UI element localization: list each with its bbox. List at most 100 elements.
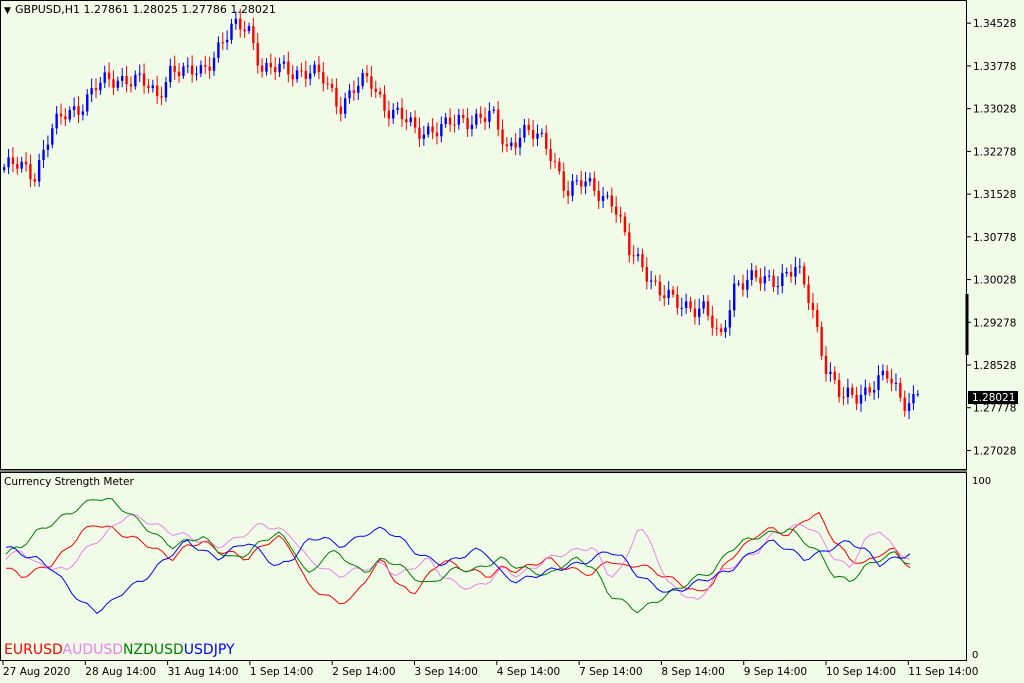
candle-body <box>352 90 356 93</box>
candle-body <box>278 63 281 73</box>
candle-body <box>837 379 841 398</box>
candle-body <box>413 117 417 128</box>
candle-body <box>64 116 67 120</box>
candle-body <box>2 167 6 171</box>
candle-body <box>204 65 207 67</box>
candle-body <box>614 206 618 215</box>
candle-body <box>711 315 714 328</box>
candle-body <box>374 88 377 92</box>
indicator-legend: EURUSDAUDUSDNZDUSDUSDJPY <box>4 642 235 658</box>
candle-body <box>195 73 198 75</box>
candle-body <box>378 91 382 95</box>
candle-body <box>846 387 850 398</box>
price-tick-label: 1.30778 <box>973 232 1016 244</box>
candle-body <box>287 61 290 75</box>
candle-body <box>684 301 688 308</box>
candle-body <box>348 90 351 99</box>
candle-body <box>746 279 749 290</box>
price-tick-label: 1.27778 <box>973 403 1016 415</box>
candle-body <box>890 378 893 384</box>
legend-nzdusd: NZDUSD <box>123 642 184 658</box>
candle-body <box>794 267 797 277</box>
candle-body <box>715 327 718 329</box>
price-tick-label: 1.31528 <box>973 189 1016 201</box>
candle-body <box>540 132 544 134</box>
candle-body <box>649 280 653 282</box>
price-tick-label: 1.32278 <box>973 146 1016 158</box>
candle-body <box>728 310 732 328</box>
candle-body <box>527 124 530 131</box>
candle-body <box>733 283 736 311</box>
candle-body <box>256 43 259 66</box>
candle-body <box>252 26 255 44</box>
candle-body <box>291 74 294 80</box>
candle-body <box>610 195 614 207</box>
dropdown-arrow-icon[interactable]: ▼ <box>4 6 11 16</box>
candle-body <box>116 80 120 88</box>
candle-body <box>510 142 513 147</box>
candle-body <box>855 394 858 404</box>
candle-body <box>173 65 176 72</box>
candle-body <box>274 67 277 73</box>
candle-body <box>357 85 360 93</box>
candle-body <box>593 178 596 191</box>
candle-body <box>129 84 133 87</box>
candle-body <box>59 113 63 117</box>
candle-body <box>479 113 482 118</box>
candle-body <box>260 65 264 72</box>
candle-body <box>396 107 399 110</box>
candle-body <box>387 110 391 119</box>
price-tick-label: 1.30028 <box>973 275 1016 287</box>
candle-body <box>107 72 111 80</box>
candle-body <box>789 272 793 277</box>
indicator-scale-min: 0 <box>972 650 978 661</box>
time-tick-label: 8 Sep 14:00 <box>661 666 724 678</box>
candle-body <box>221 42 224 44</box>
candle-body <box>505 144 509 147</box>
candle-body <box>444 117 447 125</box>
candle-body <box>763 276 767 284</box>
candle-body <box>225 39 229 43</box>
candle-body <box>322 72 325 84</box>
candle-body <box>881 370 885 376</box>
candle-body <box>308 73 312 79</box>
candle-body <box>702 301 705 309</box>
candle-body <box>492 109 495 111</box>
candle-body <box>645 267 648 282</box>
candle-body <box>842 397 845 399</box>
candle-body <box>155 85 159 97</box>
candle-body <box>269 63 273 68</box>
candle-body <box>894 382 898 384</box>
candle-body <box>899 382 902 398</box>
candle-body <box>295 70 299 80</box>
candle-body <box>562 171 565 191</box>
candle-body <box>859 394 863 404</box>
candle-body <box>824 355 828 375</box>
candle-body <box>400 107 404 120</box>
candle-body <box>693 308 697 318</box>
candle-body <box>392 109 395 119</box>
time-tick-label: 31 Aug 14:00 <box>168 666 239 678</box>
candle-body <box>440 124 443 137</box>
candle-body <box>907 403 911 412</box>
candle-body <box>514 142 517 148</box>
candle-body <box>51 128 54 145</box>
candle <box>820 321 823 361</box>
candle-body <box>138 73 141 75</box>
candle-body <box>177 71 181 76</box>
time-tick-label: 28 Aug 14:00 <box>85 666 156 678</box>
candle-body <box>409 117 412 123</box>
candle-body <box>418 127 421 139</box>
candle-body <box>370 76 373 89</box>
candle-body <box>872 390 876 393</box>
candle-body <box>741 283 745 290</box>
candle-body <box>265 63 268 72</box>
candle-body <box>558 161 561 172</box>
candle-body <box>234 18 238 24</box>
legend-audusd: AUDUSD <box>63 642 124 658</box>
candle-body <box>317 64 321 73</box>
candle-body <box>475 113 478 125</box>
candle-body <box>103 72 106 83</box>
symbol-header: GBPUSD,H1 1.27861 1.28025 1.27786 1.2802… <box>15 3 276 16</box>
candle-body <box>903 397 906 412</box>
